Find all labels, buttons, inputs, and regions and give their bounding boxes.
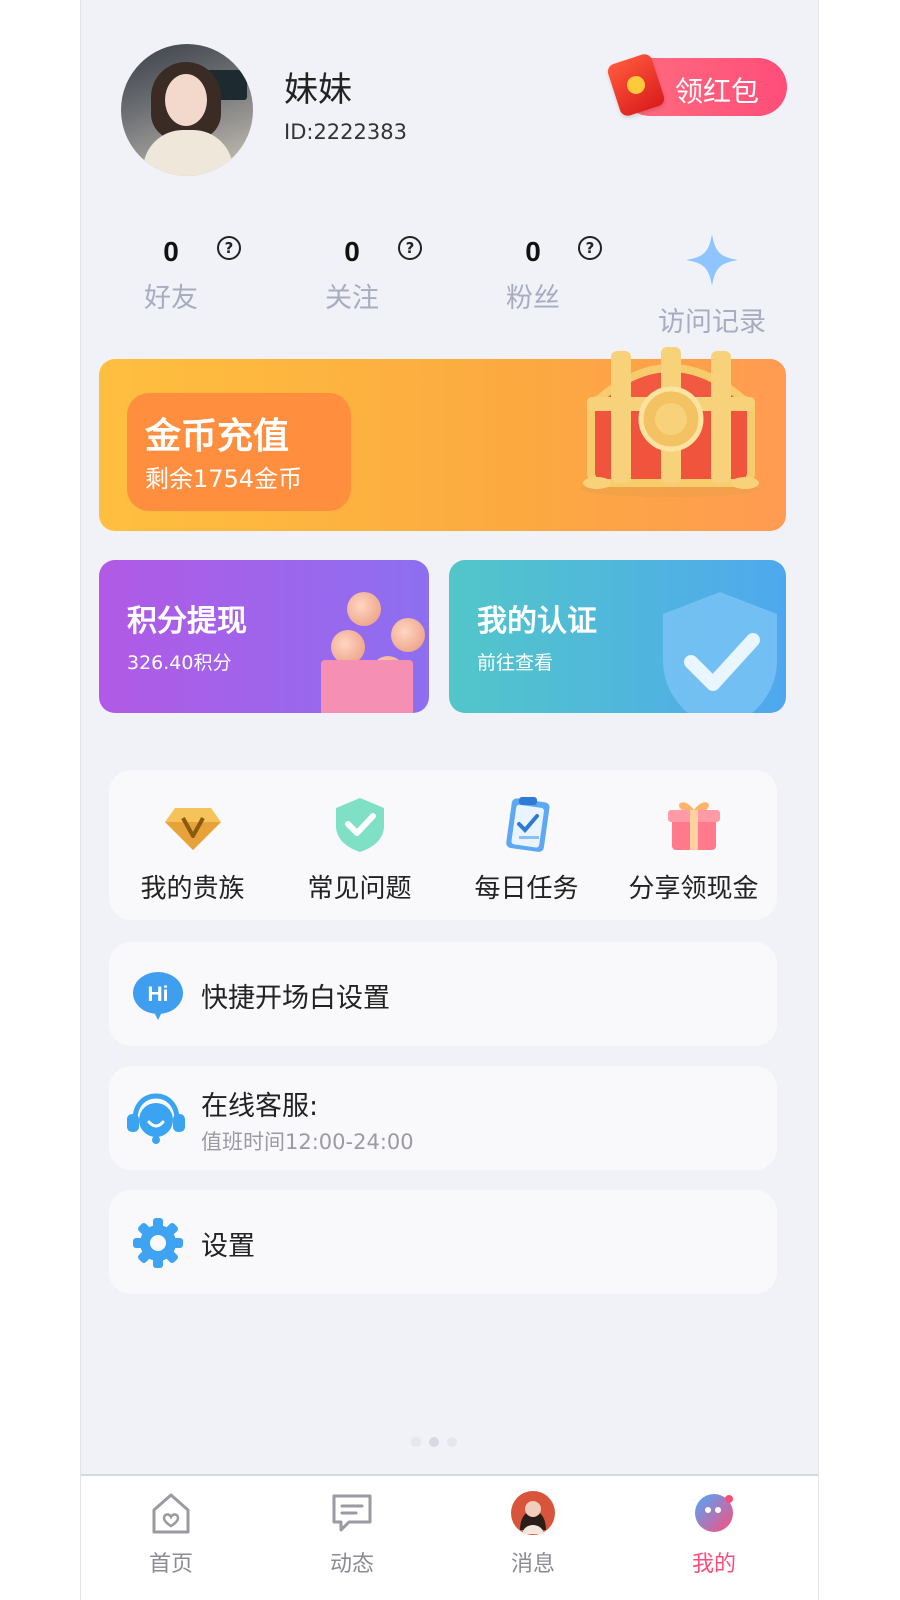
grid-item-share-cash[interactable]: 分享领现金 bbox=[610, 770, 777, 920]
hi-text: Hi bbox=[148, 983, 169, 1006]
quick-greeting-title: 快捷开场白设置 bbox=[201, 983, 390, 1014]
stat-friends[interactable]: 0 好友 bbox=[111, 236, 231, 315]
avatar-icon bbox=[511, 1491, 555, 1535]
certification-subtitle: 前往查看 bbox=[477, 652, 554, 674]
points-balance: 326.40积分 bbox=[127, 652, 232, 674]
following-count: 0 bbox=[344, 236, 360, 267]
grid-item-label: 我的贵族 bbox=[140, 874, 245, 904]
coin-recharge-title: 金币充值 bbox=[145, 416, 290, 457]
tab-home[interactable]: 首页 bbox=[111, 1490, 231, 1578]
help-icon[interactable]: ? bbox=[578, 236, 602, 260]
coin-icon bbox=[347, 592, 381, 626]
points-title: 积分提现 bbox=[127, 604, 247, 639]
stat-fans[interactable]: 0 粉丝 bbox=[473, 236, 593, 315]
sparkle-icon bbox=[686, 234, 738, 286]
hi-chat-bubble-icon: Hi bbox=[133, 972, 183, 1020]
coin-recharge-button[interactable]: 金币充值 剩余1754金币 bbox=[127, 393, 351, 511]
tab-label: 消息 bbox=[510, 1552, 555, 1577]
stat-following[interactable]: 0 关注 bbox=[292, 236, 412, 315]
certification-title: 我的认证 bbox=[477, 604, 597, 639]
my-certification-card[interactable]: 我的认证 前往查看 bbox=[449, 560, 786, 713]
app-screen: 妹妹 ID:2222383 领红包 0 好友 ? 0 关注 ? 0 粉丝 ? 访… bbox=[80, 0, 819, 1600]
points-withdraw-card[interactable]: 积分提现 326.40积分 bbox=[99, 560, 429, 713]
customer-service-icon bbox=[127, 1093, 185, 1144]
profile-icon bbox=[695, 1494, 733, 1532]
visit-record-label: 访问记录 bbox=[658, 307, 766, 338]
tab-label: 首页 bbox=[148, 1552, 193, 1577]
coin-icon bbox=[331, 630, 365, 664]
grid-item-label: 分享领现金 bbox=[628, 874, 759, 904]
tab-label: 动态 bbox=[329, 1552, 374, 1577]
tab-moments[interactable]: 动态 bbox=[292, 1490, 412, 1578]
coin-balance: 剩余1754金币 bbox=[145, 465, 303, 493]
following-label: 关注 bbox=[325, 283, 379, 314]
help-icon[interactable]: ? bbox=[398, 236, 422, 260]
grid-item-label: 常见问题 bbox=[307, 874, 412, 904]
diamond-icon bbox=[164, 808, 221, 850]
shield-check-icon bbox=[663, 592, 777, 713]
grid-item-label: 每日任务 bbox=[474, 874, 579, 904]
tab-label: 我的 bbox=[691, 1552, 736, 1577]
tab-messages[interactable]: 消息 bbox=[473, 1490, 593, 1578]
shield-check-icon bbox=[335, 798, 384, 852]
grid-item-noble[interactable]: 我的贵族 bbox=[109, 770, 276, 920]
settings-row[interactable]: 设置 bbox=[109, 1190, 777, 1294]
home-icon bbox=[152, 1493, 190, 1534]
online-service-title: 在线客服: bbox=[201, 1091, 319, 1122]
grid-item-daily-task[interactable]: 每日任务 bbox=[443, 770, 610, 920]
settings-title: 设置 bbox=[201, 1231, 255, 1262]
red-packet-button[interactable]: 领红包 bbox=[605, 52, 787, 118]
user-id: ID:2222383 bbox=[284, 120, 407, 144]
friends-label: 好友 bbox=[144, 283, 198, 314]
bottom-tab-bar: 首页 动态 消息 我的 bbox=[81, 1474, 818, 1600]
user-avatar[interactable] bbox=[121, 44, 253, 176]
gear-icon bbox=[133, 1218, 183, 1268]
feature-grid: 我的贵族 常见问题 每日任务 分享领现金 bbox=[109, 770, 777, 920]
coin-icon bbox=[391, 618, 425, 652]
help-icon[interactable]: ? bbox=[217, 236, 241, 260]
clipboard-icon bbox=[505, 797, 549, 852]
gift-icon bbox=[667, 802, 720, 850]
user-nickname: 妹妹 bbox=[284, 70, 352, 110]
fans-label: 粉丝 bbox=[506, 283, 560, 314]
friends-count: 0 bbox=[163, 236, 179, 267]
grid-item-faq[interactable]: 常见问题 bbox=[276, 770, 443, 920]
red-envelope-icon bbox=[605, 52, 667, 118]
coin-recharge-card[interactable]: 金币充值 剩余1754金币 bbox=[99, 347, 786, 531]
gift-box-icon bbox=[321, 660, 413, 713]
page-indicator bbox=[411, 1432, 491, 1447]
fans-count: 0 bbox=[525, 236, 541, 267]
message-square-icon bbox=[332, 1494, 372, 1532]
treasure-chest-icon bbox=[580, 347, 760, 497]
service-hours: 值班时间12:00-24:00 bbox=[201, 1130, 414, 1154]
tab-mine[interactable]: 我的 bbox=[654, 1490, 774, 1578]
visit-record-button[interactable]: 访问记录 bbox=[647, 232, 777, 339]
quick-greeting-settings-row[interactable]: Hi 快捷开场白设置 bbox=[109, 942, 777, 1046]
online-service-row[interactable]: 在线客服: 值班时间12:00-24:00 bbox=[109, 1066, 777, 1170]
red-packet-label: 领红包 bbox=[675, 75, 760, 108]
